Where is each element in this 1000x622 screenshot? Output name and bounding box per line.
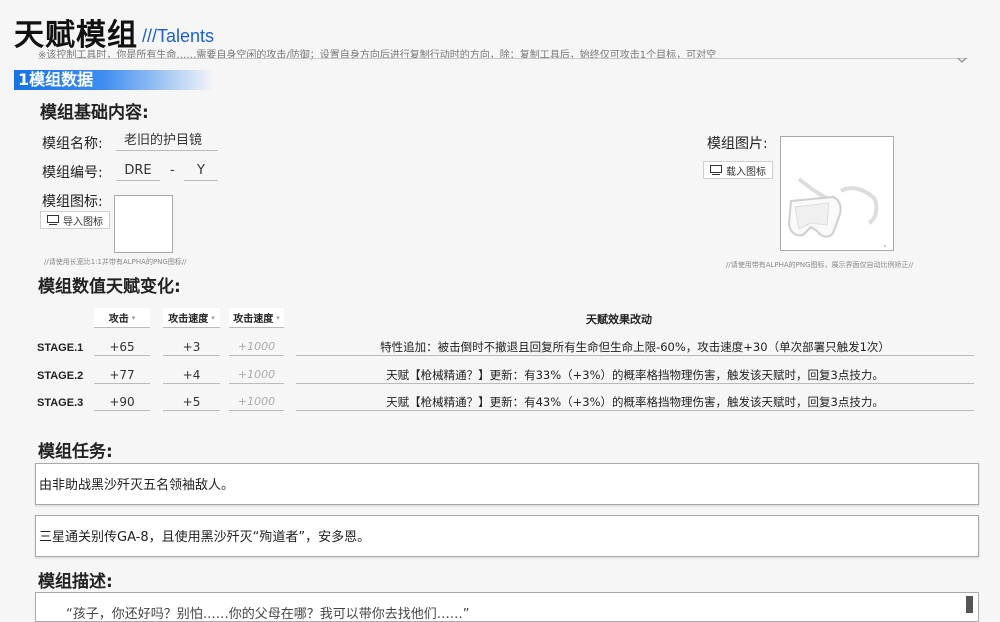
- stage1-speed-input[interactable]: +3: [163, 339, 220, 356]
- code-prefix: DRE: [124, 163, 152, 178]
- monitor-icon: [710, 165, 722, 175]
- stage3-attack-input[interactable]: +90: [94, 394, 150, 411]
- import-icon-button-label: 导入图标: [63, 216, 103, 228]
- code-suffix-underline: [184, 180, 218, 181]
- load-image-button-label: 载入图标: [726, 166, 766, 178]
- basic-heading: 模组基础内容:: [40, 103, 149, 123]
- code-separator: -: [170, 163, 175, 178]
- task-input-1[interactable]: 由非助战黑沙歼灭五名领袖敌人。: [35, 463, 979, 505]
- effect-column-header: 天赋效果改动: [586, 313, 652, 326]
- stage1-effect-input[interactable]: 特性追加：被击倒时不撤退且回复所有生命但生命上限-60%，攻击速度+30（单次部…: [296, 339, 974, 356]
- name-underline: [116, 150, 218, 151]
- stage1-attack-input[interactable]: +65: [94, 339, 150, 356]
- stat-column-select-3[interactable]: 攻击速度 ▾: [229, 308, 284, 328]
- stage3-speed-input[interactable]: +5: [163, 394, 220, 411]
- goggles-image: [787, 177, 886, 247]
- section-header-module-data: 1模组数据: [14, 70, 214, 90]
- stat-column-label-1: 攻击: [108, 314, 129, 325]
- stage1-value3-input[interactable]: +1000: [229, 339, 284, 356]
- stat-column-label-3: 攻击速度: [233, 314, 274, 325]
- code-suffix-field[interactable]: Y: [184, 162, 218, 181]
- stage3-effect-input[interactable]: 天赋【枪械精通？】更新：有43%（+3%）的概率格挡物理伤害，触发该天赋时，回复…: [296, 394, 974, 411]
- name-label: 模组名称:: [42, 136, 103, 152]
- image-hint: //请使用带有ALPHA的PNG图标，展示界面仅自动比例矫正//: [726, 261, 914, 269]
- chevron-down-icon: ▾: [211, 313, 215, 322]
- header-divider: [38, 58, 968, 59]
- stat-column-select-2[interactable]: 攻击速度 ▾: [163, 308, 220, 328]
- code-prefix-underline: [116, 180, 160, 181]
- stats-heading: 模组数值天赋变化:: [38, 277, 181, 297]
- description-textarea[interactable]: “孩子，你还好吗？别怕……你的父母在哪？我可以带你去找他们……”: [35, 592, 979, 622]
- stat-column-select-1[interactable]: 攻击 ▾: [94, 308, 150, 328]
- stage2-value3-input[interactable]: +1000: [229, 367, 284, 384]
- code-suffix: Y: [197, 163, 205, 178]
- name-value: 老旧的护目镜: [124, 133, 203, 148]
- import-icon-button[interactable]: 导入图标: [40, 211, 110, 229]
- name-field[interactable]: 老旧的护目镜: [116, 132, 218, 151]
- stage3-value3-input[interactable]: +1000: [229, 394, 284, 411]
- page-subtitle: ///Talents: [142, 26, 215, 46]
- stage-label-2: STAGE.2: [37, 370, 84, 382]
- stage-label-1: STAGE.1: [37, 342, 84, 354]
- description-heading: 模组描述:: [38, 572, 113, 592]
- code-prefix-field[interactable]: DRE: [116, 162, 160, 181]
- load-image-button[interactable]: 载入图标: [703, 161, 773, 179]
- stat-column-label-2: 攻击速度: [168, 314, 209, 325]
- module-icon-preview: [114, 195, 173, 253]
- stage2-attack-input[interactable]: +77: [94, 367, 150, 384]
- icon-hint: //请使用长宽比1:1并带有ALPHA的PNG图标//: [44, 258, 187, 266]
- stage2-effect-input[interactable]: 天赋【枪械精通？】更新：有33%（+3%）的概率格挡物理伤害，触发该天赋时，回复…: [296, 367, 974, 384]
- code-label: 模组编号:: [42, 165, 103, 181]
- tasks-heading: 模组任务:: [38, 442, 113, 462]
- chevron-down-icon: ▾: [276, 313, 280, 322]
- stage2-speed-input[interactable]: +4: [163, 367, 220, 384]
- icon-label: 模组图标:: [42, 194, 103, 210]
- module-image-preview: [780, 136, 894, 251]
- collapse-icon[interactable]: [957, 48, 967, 63]
- stage-label-3: STAGE.3: [37, 397, 84, 409]
- image-label: 模组图片:: [707, 136, 768, 152]
- section-label: 1模组数据: [18, 70, 94, 89]
- task-input-2[interactable]: 三星通关别传GA-8，且使用黑沙歼灭“殉道者”，安多恩。: [35, 515, 979, 557]
- chevron-down-icon: ▾: [131, 313, 136, 322]
- monitor-icon: [47, 215, 59, 225]
- description-scrollbar[interactable]: [966, 596, 973, 613]
